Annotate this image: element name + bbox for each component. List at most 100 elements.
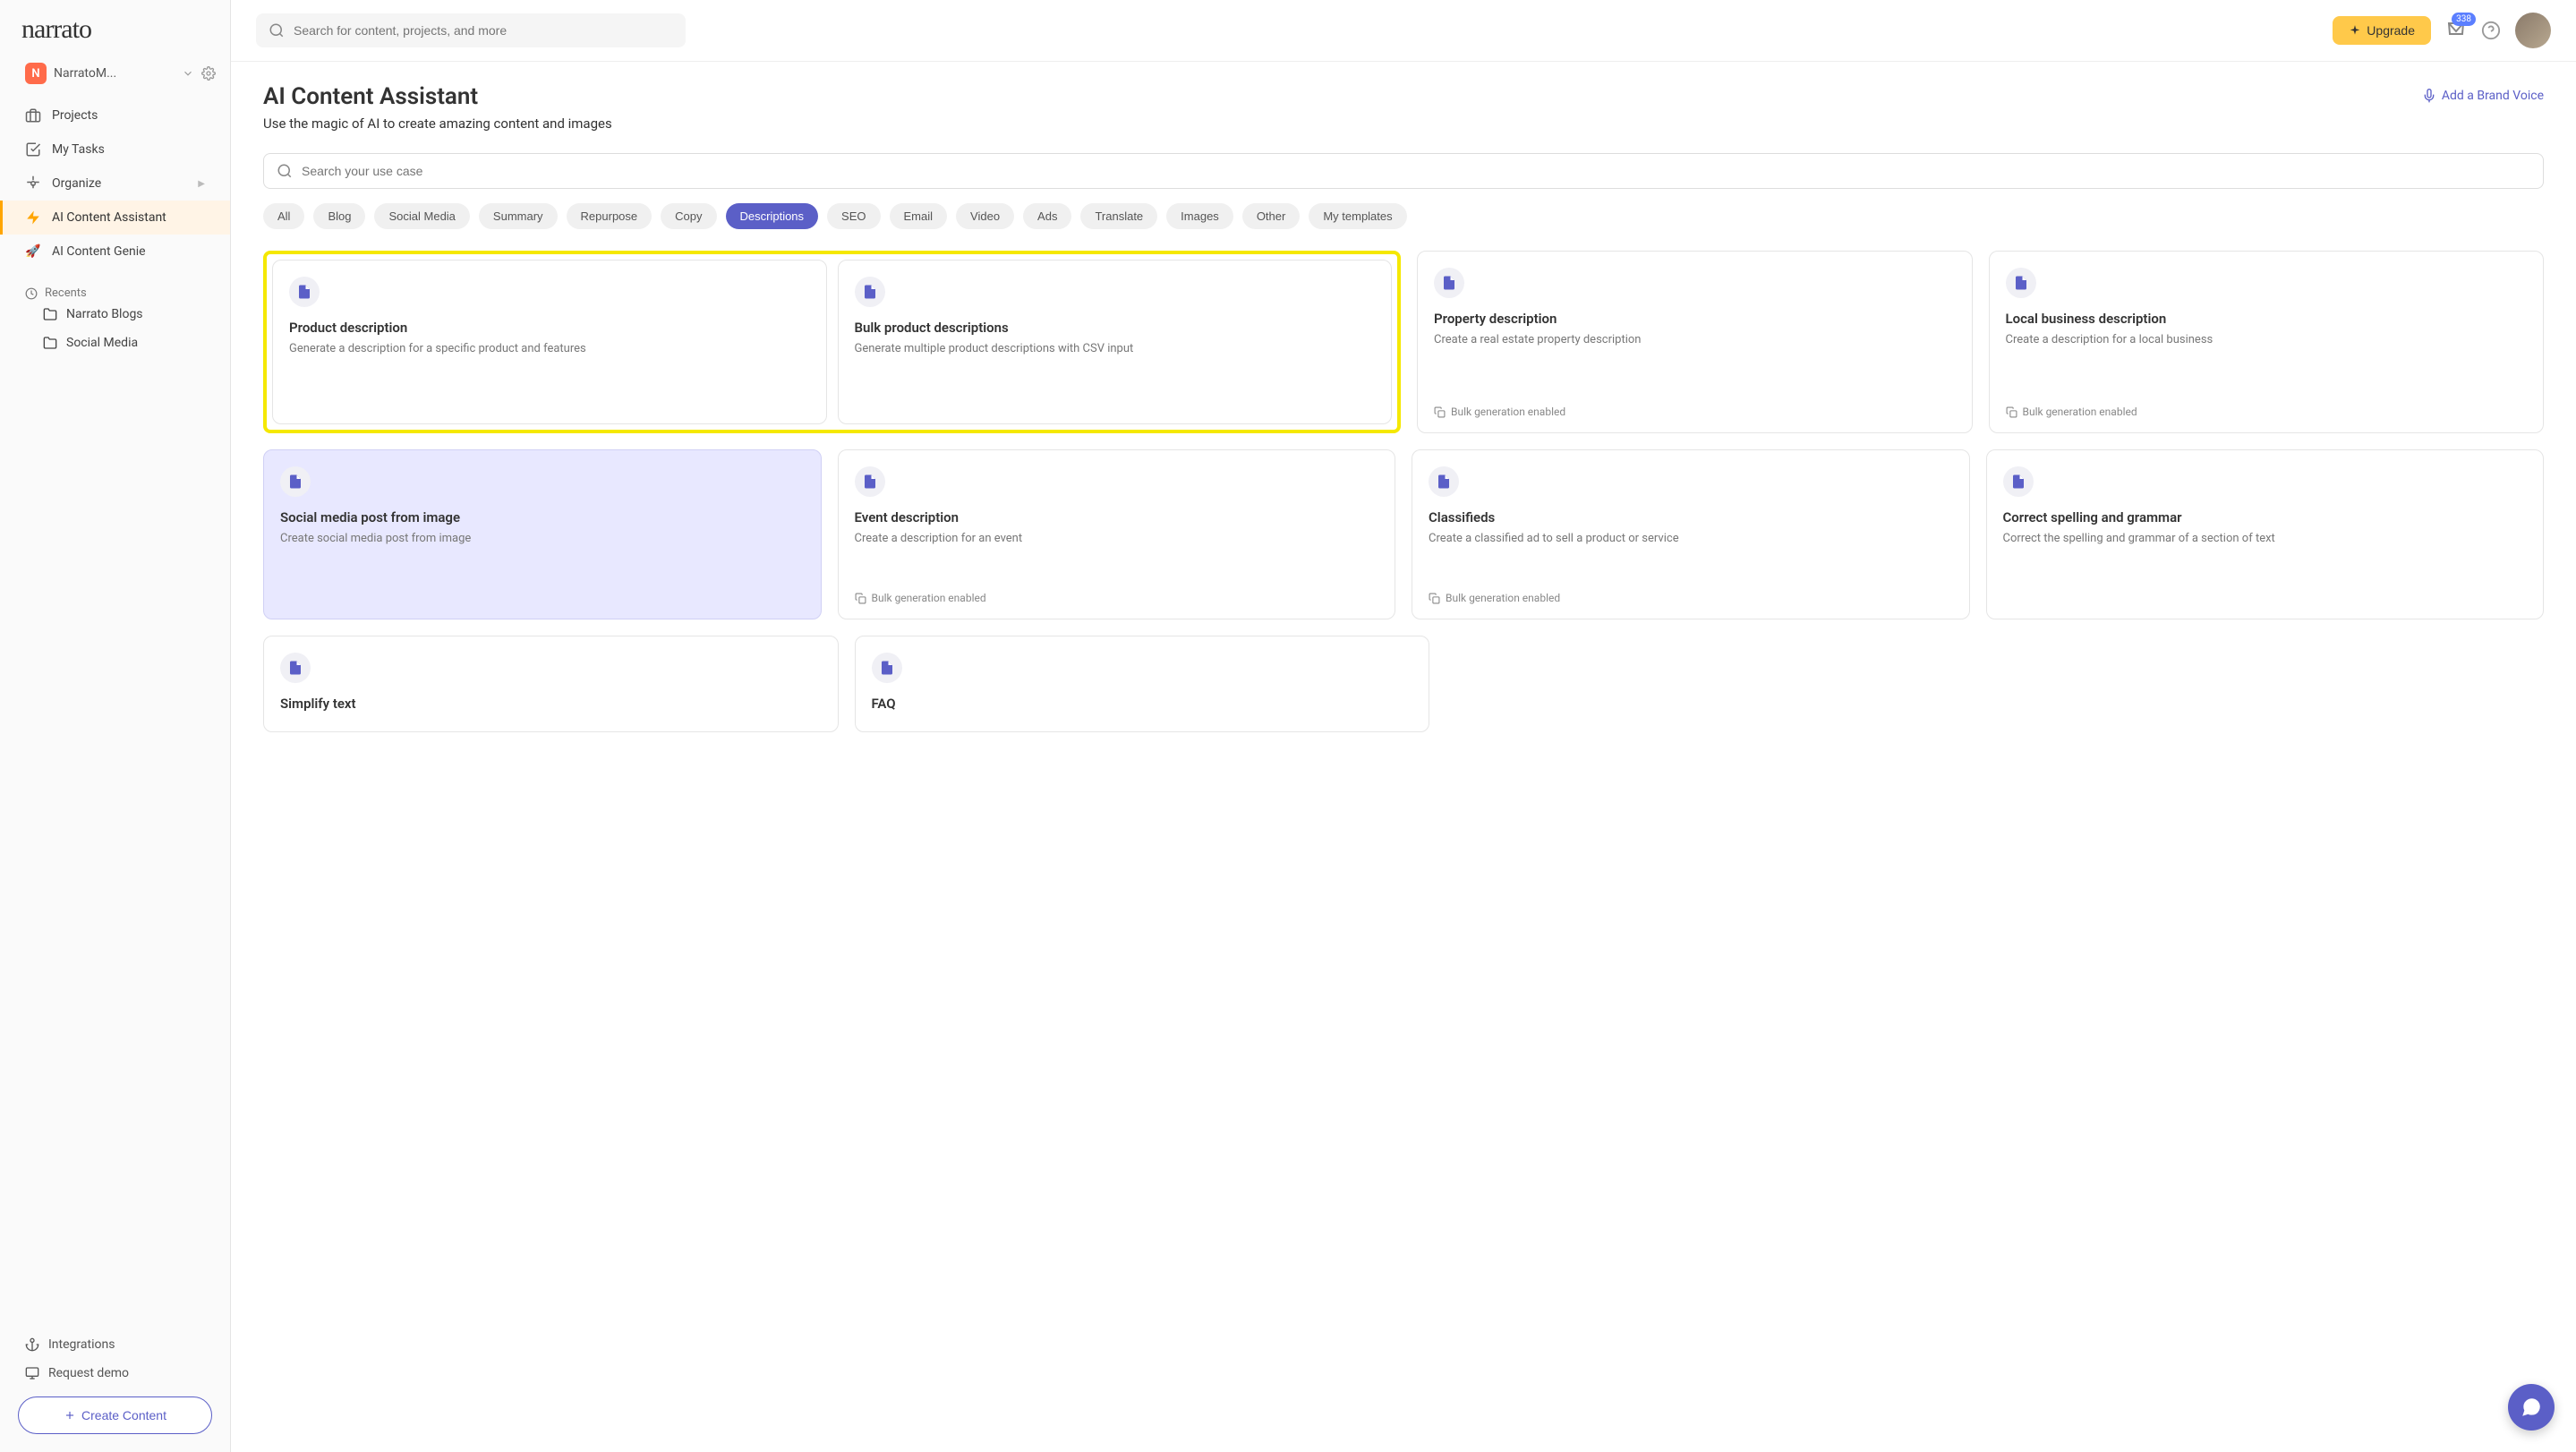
search-icon [269,22,285,38]
card-desc: Correct the spelling and grammar of a se… [2003,531,2528,547]
nav-label: My Tasks [52,142,105,157]
help-icon [2481,21,2501,40]
filter-pill-descriptions[interactable]: Descriptions [726,203,819,229]
search-input[interactable] [294,23,673,38]
filter-pill-translate[interactable]: Translate [1080,203,1157,229]
recent-item[interactable]: Social Media [25,329,209,357]
add-brand-voice-button[interactable]: Add a Brand Voice [2422,89,2544,103]
chat-support-button[interactable] [2508,1384,2555,1431]
page-title: AI Content Assistant [263,83,612,110]
usecase-search-input[interactable] [302,164,2530,178]
card-title: Local business description [2006,311,2528,327]
filter-pill-summary[interactable]: Summary [479,203,558,229]
card-classifieds[interactable]: Classifieds Create a classified ad to se… [1412,449,1970,619]
bulk-badge: Bulk generation enabled [1434,406,1956,418]
link-label: Request demo [48,1366,129,1380]
document-icon [872,653,902,683]
card-product-description[interactable]: Product description Generate a descripti… [272,260,827,424]
global-search[interactable] [256,13,686,47]
create-content-button[interactable]: Create Content [18,1396,212,1434]
lightning-icon [25,209,41,226]
filter-pill-email[interactable]: Email [890,203,948,229]
filter-pill-other[interactable]: Other [1242,203,1301,229]
filter-pill-images[interactable]: Images [1166,203,1233,229]
chevron-down-icon[interactable] [182,67,194,80]
document-icon [280,466,311,497]
rocket-icon: 🚀 [25,243,41,260]
card-event[interactable]: Event description Create a description f… [838,449,1396,619]
bulk-badge: Bulk generation enabled [1429,592,1953,604]
logo: narrato [0,0,230,56]
workspace-switcher[interactable]: N NarratoM... [0,56,230,95]
card-desc: Generate multiple product descriptions w… [855,341,1376,357]
nav-ai-genie[interactable]: 🚀 AI Content Genie [0,235,230,269]
recent-item[interactable]: Narrato Blogs [25,300,209,329]
document-icon [280,653,311,683]
search-icon [277,163,293,179]
card-desc: Create social media post from image [280,531,805,547]
card-title: Simplify text [280,696,822,712]
link-label: Add a Brand Voice [2442,89,2544,103]
card-desc: Generate a description for a specific pr… [289,341,810,357]
usecase-search[interactable] [263,153,2544,189]
check-icon [25,141,41,158]
sparkle-icon [2349,24,2361,37]
nav-tasks[interactable]: My Tasks [0,132,230,167]
filter-pill-my-templates[interactable]: My templates [1309,203,1406,229]
gear-icon[interactable] [201,66,216,81]
nav-projects[interactable]: Projects [0,98,230,132]
user-avatar[interactable] [2515,13,2551,48]
card-faq[interactable]: FAQ [855,636,1430,732]
anchor-icon [25,1337,39,1352]
filter-pill-copy[interactable]: Copy [661,203,716,229]
card-title: Product description [289,320,810,336]
card-desc: Create a classified ad to sell a product… [1429,531,1953,547]
card-bulk-product[interactable]: Bulk product descriptions Generate multi… [838,260,1393,424]
card-simplify[interactable]: Simplify text [263,636,839,732]
sidebar: narrato N NarratoM... Projects My Tasks [0,0,231,1452]
document-icon [855,277,885,307]
recents-section: Recents Narrato Blogs Social Media [0,272,230,364]
bulk-badge: Bulk generation enabled [2006,406,2528,418]
document-icon [1434,268,1464,298]
link-label: Integrations [48,1337,115,1352]
document-icon [855,466,885,497]
nav-organize[interactable]: Organize ▶ [0,167,230,201]
recent-label: Narrato Blogs [66,307,143,321]
filter-pill-seo[interactable]: SEO [827,203,880,229]
card-title: FAQ [872,696,1413,712]
card-title: Correct spelling and grammar [2003,509,2528,525]
document-icon [289,277,320,307]
card-local-business[interactable]: Local business description Create a desc… [1989,251,2545,433]
upgrade-button[interactable]: Upgrade [2333,16,2431,45]
card-desc: Create a description for an event [855,531,1379,547]
recent-label: Social Media [66,336,138,350]
folder-icon [43,336,57,350]
briefcase-icon [25,107,41,124]
nav-ai-assistant[interactable]: AI Content Assistant [0,201,230,235]
highlighted-cards: Product description Generate a descripti… [263,251,1401,433]
document-icon [2006,268,2036,298]
card-social-from-image[interactable]: Social media post from image Create soci… [263,449,822,619]
card-title: Property description [1434,311,1956,327]
demo-link[interactable]: Request demo [18,1359,212,1388]
card-title: Social media post from image [280,509,805,525]
integrations-link[interactable]: Integrations [18,1330,212,1359]
workspace-badge: N [25,63,47,84]
chevron-right-icon: ▶ [198,179,205,189]
filter-pill-all[interactable]: All [263,203,304,229]
filter-pill-blog[interactable]: Blog [313,203,365,229]
filter-pill-ads[interactable]: Ads [1023,203,1071,229]
document-icon [2003,466,2034,497]
card-grammar[interactable]: Correct spelling and grammar Correct the… [1986,449,2545,619]
inbox-button[interactable]: 338 [2445,20,2467,41]
mic-icon [2422,89,2436,103]
filter-pill-repurpose[interactable]: Repurpose [567,203,653,229]
plus-icon [64,1409,76,1422]
filter-pill-social-media[interactable]: Social Media [374,203,469,229]
card-title: Bulk product descriptions [855,320,1376,336]
help-button[interactable] [2481,21,2501,40]
card-property[interactable]: Property description Create a real estat… [1417,251,1973,433]
filter-pill-video[interactable]: Video [956,203,1014,229]
clock-icon [25,287,38,300]
